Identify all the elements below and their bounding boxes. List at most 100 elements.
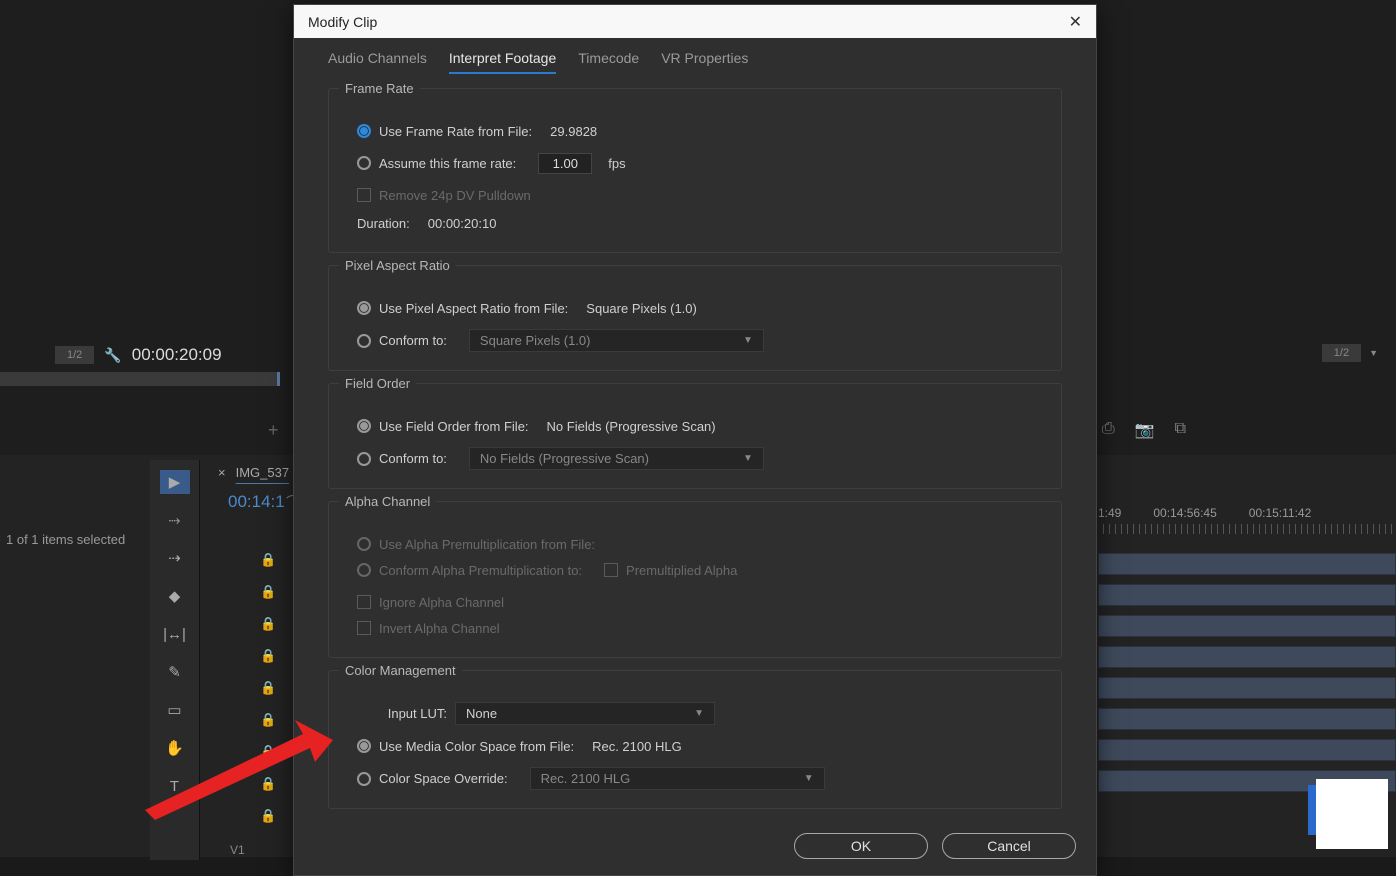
chevron-down-icon: ▼ [1369, 348, 1378, 358]
program-icons: ⎙ 📷 ⧉ [1102, 420, 1186, 440]
items-status: 1 of 1 items selected [6, 532, 125, 547]
frame-rate-panel: Frame Rate Use Frame Rate from File: 29.… [328, 88, 1062, 253]
assume-framerate-input[interactable]: 1.00 [538, 153, 592, 174]
color-management-panel: Color Management Input LUT: None ▼ Use M… [328, 670, 1062, 809]
radio-framerate-file[interactable] [357, 124, 371, 138]
premult-alpha-label: Premultiplied Alpha [626, 563, 737, 578]
camera-icon[interactable]: 📷 [1135, 420, 1155, 440]
wrench-icon[interactable]: 🔧 [104, 347, 121, 364]
pen-tool-icon[interactable]: ✎ [160, 660, 190, 684]
source-timecode[interactable]: 00:00:20:09 [132, 345, 222, 365]
lock-icon[interactable]: 🔒 [260, 708, 276, 732]
lock-icon[interactable]: 🔒 [260, 804, 276, 828]
checkbox-premult-alpha [604, 563, 618, 577]
duration-label: Duration: [357, 216, 410, 231]
export-frame-icon[interactable]: ⎙ [1102, 420, 1115, 440]
radio-colorspace-override[interactable] [357, 772, 371, 786]
track-v1-label[interactable]: V1 [230, 843, 245, 857]
framerate-file-label: Use Frame Rate from File: [379, 124, 532, 139]
tab-vr-properties[interactable]: VR Properties [661, 50, 748, 74]
par-conform-dropdown[interactable]: Square Pixels (1.0) ▼ [469, 329, 764, 352]
lock-icon[interactable]: 🔒 [260, 644, 276, 668]
dialog-tabs: Audio Channels Interpret Footage Timecod… [294, 50, 1096, 82]
rectangle-tool-icon[interactable]: ▭ [160, 698, 190, 722]
source-scrub-bar[interactable] [0, 372, 280, 386]
tab-interpret-footage[interactable]: Interpret Footage [449, 50, 556, 74]
duration-value: 00:00:20:10 [428, 216, 497, 231]
checkbox-remove-pulldown [357, 188, 371, 202]
chevron-down-icon: ▼ [694, 708, 704, 719]
lock-icon[interactable]: 🔒 [260, 676, 276, 700]
colorspace-override-dropdown[interactable]: Rec. 2100 HLG ▼ [530, 767, 825, 790]
field-file-label: Use Field Order from File: [379, 419, 529, 434]
track-clips [1098, 553, 1396, 792]
type-tool-icon[interactable]: T [160, 774, 190, 798]
timeline-header: × IMG_537 [218, 465, 289, 480]
dialog-titlebar: Modify Clip ✕ [294, 5, 1096, 38]
par-file-value: Square Pixels (1.0) [586, 301, 697, 316]
add-button[interactable]: + [268, 420, 279, 441]
framerate-file-value: 29.9828 [550, 124, 597, 139]
field-conform-dropdown[interactable]: No Fields (Progressive Scan) ▼ [469, 447, 764, 470]
colorspace-file-label: Use Media Color Space from File: [379, 739, 574, 754]
clip-bar[interactable] [1098, 677, 1396, 699]
hand-tool-icon[interactable]: ✋ [160, 736, 190, 760]
radio-colorspace-file[interactable] [357, 739, 371, 753]
timeline-timecode[interactable]: 00:14:1 [228, 492, 285, 512]
razor-tool-icon[interactable]: ◆ [160, 584, 190, 608]
radio-par-file[interactable] [357, 301, 371, 315]
input-lut-dropdown[interactable]: None ▼ [455, 702, 715, 725]
ruler-label: 00:14:56:45 [1153, 506, 1216, 520]
sequence-name[interactable]: IMG_537 [236, 465, 289, 480]
chevron-down-icon: ▼ [804, 773, 814, 784]
alpha-channel-panel: Alpha Channel Use Alpha Premultiplicatio… [328, 501, 1062, 658]
program-resolution: 1/2 ▼ [1322, 344, 1378, 362]
resolution-dropdown-right[interactable]: 1/2 [1322, 344, 1361, 362]
radio-par-conform[interactable] [357, 334, 371, 348]
clip-bar[interactable] [1098, 615, 1396, 637]
chevron-down-icon: ▼ [743, 453, 753, 464]
ripple-edit-tool-icon[interactable]: ⇢ [160, 546, 190, 570]
comparison-icon[interactable]: ⧉ [1175, 420, 1186, 440]
lock-icon[interactable]: 🔒 [260, 548, 276, 572]
clip-bar[interactable] [1098, 646, 1396, 668]
checkbox-ignore-alpha [357, 595, 371, 609]
lock-icon[interactable]: 🔒 [260, 580, 276, 604]
close-icon[interactable]: × [218, 465, 226, 480]
pixel-aspect-panel: Pixel Aspect Ratio Use Pixel Aspect Rati… [328, 265, 1062, 371]
par-file-label: Use Pixel Aspect Ratio from File: [379, 301, 568, 316]
alpha-file-label: Use Alpha Premultiplication from File: [379, 537, 595, 552]
clip-bar[interactable] [1098, 553, 1396, 575]
panel-legend: Color Management [339, 663, 462, 678]
dialog-footer: OK Cancel [294, 821, 1096, 875]
track-select-tool-icon[interactable]: ⤑ [160, 508, 190, 532]
ruler-label: 1:49 [1098, 506, 1121, 520]
colorspace-override-label: Color Space Override: [379, 771, 508, 786]
ok-button[interactable]: OK [794, 833, 928, 859]
clip-bar[interactable] [1098, 739, 1396, 761]
radio-field-conform[interactable] [357, 452, 371, 466]
clip-bar[interactable] [1098, 584, 1396, 606]
close-icon[interactable]: ✕ [1069, 12, 1082, 32]
lock-icon[interactable]: 🔒 [260, 740, 276, 764]
cancel-button[interactable]: Cancel [942, 833, 1076, 859]
field-conform-label: Conform to: [379, 451, 447, 466]
time-ruler[interactable] [1098, 524, 1396, 534]
dialog-title: Modify Clip [308, 14, 377, 30]
resolution-dropdown[interactable]: 1/2 [55, 346, 94, 364]
tab-timecode[interactable]: Timecode [578, 50, 639, 74]
par-conform-label: Conform to: [379, 333, 447, 348]
clip-bar[interactable] [1098, 708, 1396, 730]
radio-assume-framerate[interactable] [357, 156, 371, 170]
slip-tool-icon[interactable]: |↔| [160, 622, 190, 646]
dropdown-value: Square Pixels (1.0) [480, 333, 591, 348]
field-order-panel: Field Order Use Field Order from File: N… [328, 383, 1062, 489]
radio-field-file[interactable] [357, 419, 371, 433]
white-overlay [1316, 779, 1388, 849]
selection-tool-icon[interactable]: ▶ [160, 470, 190, 494]
lock-icon[interactable]: 🔒 [260, 772, 276, 796]
lock-icon[interactable]: 🔒 [260, 612, 276, 636]
tool-column: ▶ ⤑ ⇢ ◆ |↔| ✎ ▭ ✋ T [150, 460, 200, 860]
chevron-down-icon: ▼ [743, 335, 753, 346]
tab-audio-channels[interactable]: Audio Channels [328, 50, 427, 74]
